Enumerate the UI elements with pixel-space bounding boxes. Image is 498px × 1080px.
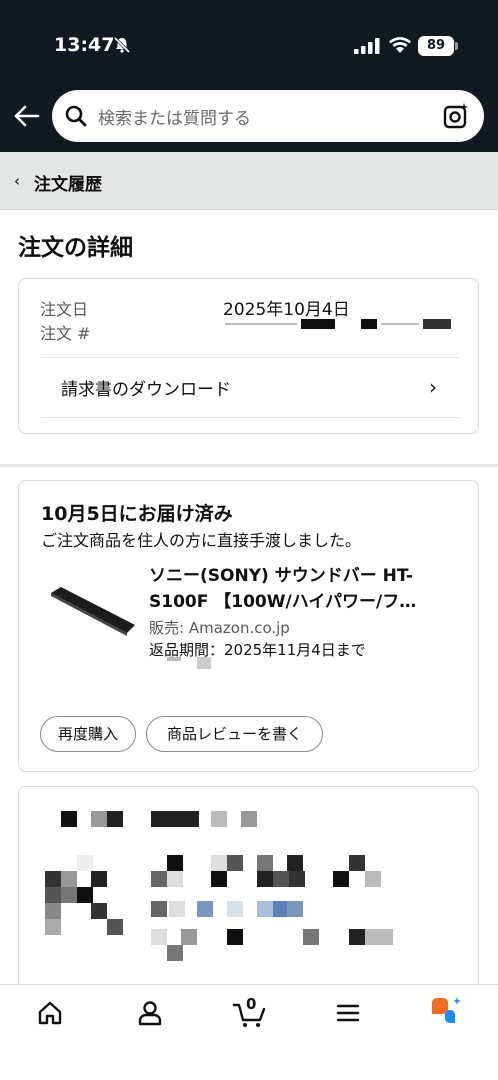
- redaction-mark: [167, 945, 183, 961]
- redaction-mark: [365, 871, 381, 887]
- chevron-right-icon[interactable]: ›: [429, 375, 437, 399]
- redacted-card: [18, 786, 479, 996]
- account-icon[interactable]: [136, 999, 164, 1027]
- redaction-mark: [151, 871, 167, 887]
- redaction-mark: [61, 887, 77, 903]
- return-window-text: 返品期間：2025年11月4日まで: [149, 641, 366, 659]
- redaction-mark: [227, 901, 243, 917]
- redaction-mark: [211, 855, 227, 871]
- redaction-mark: [91, 811, 107, 827]
- redaction-mark: [45, 887, 61, 903]
- redaction-mark: [211, 811, 227, 827]
- redaction-mark: [227, 855, 243, 871]
- signal-icon: [354, 38, 380, 54]
- status-time: 13:47: [54, 34, 115, 56]
- redaction-mark: [151, 901, 167, 917]
- redaction-mark: [61, 811, 77, 827]
- redaction-mark: [349, 855, 365, 871]
- redaction-mark: [423, 319, 451, 329]
- redaction-mark: [197, 901, 213, 917]
- redaction-mark: [107, 811, 123, 827]
- redaction-mark: [227, 929, 243, 945]
- redaction-mark: [303, 929, 319, 945]
- order-info-card: 注文日 2025年10月4日 注文 # 請求書のダウンロード ›: [18, 278, 479, 434]
- redaction-mark: [91, 903, 107, 919]
- product-title-line[interactable]: ソニー(SONY) サウンドバー HT-: [149, 563, 459, 589]
- menu-icon[interactable]: [334, 999, 362, 1027]
- divider: [41, 417, 459, 418]
- order-date-label: 注文日: [40, 300, 89, 319]
- wifi-icon: [389, 37, 411, 53]
- redaction-mark: [211, 871, 227, 887]
- redaction-mark: [301, 319, 335, 329]
- redaction-mark: [167, 871, 183, 887]
- camera-scan-icon[interactable]: [442, 102, 470, 130]
- status-bar: 13:47 89: [0, 28, 498, 64]
- redaction-mark: [107, 919, 123, 935]
- redaction-mark: [349, 929, 365, 945]
- redaction-mark: [381, 323, 419, 325]
- chevron-left-icon: ‹: [14, 172, 20, 190]
- home-icon[interactable]: [36, 999, 64, 1027]
- cart-count-badge: 0: [246, 995, 257, 1013]
- battery-tip: [455, 42, 458, 50]
- order-date-value: 2025年10月4日: [223, 300, 350, 320]
- redaction-mark: [225, 323, 297, 325]
- search-icon: [65, 105, 87, 127]
- search-input[interactable]: 検索または質問する: [52, 90, 484, 142]
- redaction-mark: [45, 871, 61, 887]
- order-number-label: 注文 #: [40, 324, 91, 343]
- delivery-status-title: 10月5日にお届け済み: [41, 503, 233, 525]
- search-placeholder: 検索または質問する: [98, 109, 251, 129]
- back-arrow-icon[interactable]: [12, 102, 42, 130]
- divider: [41, 357, 459, 358]
- battery-indicator: 89: [418, 36, 454, 56]
- redaction-mark: [287, 901, 303, 917]
- page-title: 注文の詳細: [18, 235, 133, 261]
- rufus-icon[interactable]: [428, 995, 464, 1029]
- redaction-mark: [77, 887, 93, 903]
- seller-text: 販売: Amazon.co.jp: [149, 619, 290, 637]
- redaction-mark: [181, 929, 197, 945]
- redaction-mark: [91, 871, 107, 887]
- app-header: 13:47 89 検索または質問する: [0, 0, 498, 152]
- redaction-mark: [77, 855, 93, 871]
- soundbar-product-image[interactable]: [47, 581, 139, 641]
- redaction-mark: [241, 811, 257, 827]
- shipment-card: 10月5日にお届け済み ご注文商品を住人の方に直接手渡しました。 ソニー(SON…: [18, 480, 479, 772]
- redaction-mark: [151, 929, 167, 945]
- redaction-mark: [169, 901, 185, 917]
- redaction-mark: [197, 657, 211, 669]
- redaction-mark: [333, 871, 349, 887]
- redaction-mark: [257, 871, 273, 887]
- redaction-mark: [273, 871, 289, 887]
- redaction-mark: [287, 855, 303, 871]
- redaction-mark: [45, 903, 61, 919]
- download-invoice-link[interactable]: 請求書のダウンロード: [61, 375, 231, 400]
- delivery-status-detail: ご注文商品を住人の方に直接手渡しました。: [41, 531, 362, 550]
- breadcrumb-order-history[interactable]: 注文履歴: [34, 170, 102, 195]
- buy-again-button[interactable]: 再度購入: [40, 716, 136, 752]
- redaction-mark: [61, 871, 77, 887]
- product-title[interactable]: ソニー(SONY) サウンドバー HT- S100F 【100W/ハイパワー/フ…: [149, 563, 459, 615]
- bell-muted-icon: [113, 36, 131, 54]
- redaction-mark: [289, 871, 305, 887]
- redaction-mark: [257, 855, 273, 871]
- write-review-button[interactable]: 商品レビューを書く: [146, 716, 323, 752]
- breadcrumb[interactable]: ‹ 注文履歴: [0, 152, 498, 210]
- redaction-mark: [45, 919, 61, 935]
- redaction-mark: [167, 855, 183, 871]
- product-title-line[interactable]: S100F 【100W/ハイパワー/フ…: [149, 589, 459, 615]
- redaction-mark: [365, 929, 393, 945]
- redaction-mark: [361, 319, 377, 329]
- redaction-mark: [257, 901, 273, 917]
- section-separator: [0, 464, 498, 467]
- redaction-mark: [167, 657, 181, 661]
- redaction-mark: [151, 811, 199, 827]
- bottom-nav: 0: [0, 984, 498, 1080]
